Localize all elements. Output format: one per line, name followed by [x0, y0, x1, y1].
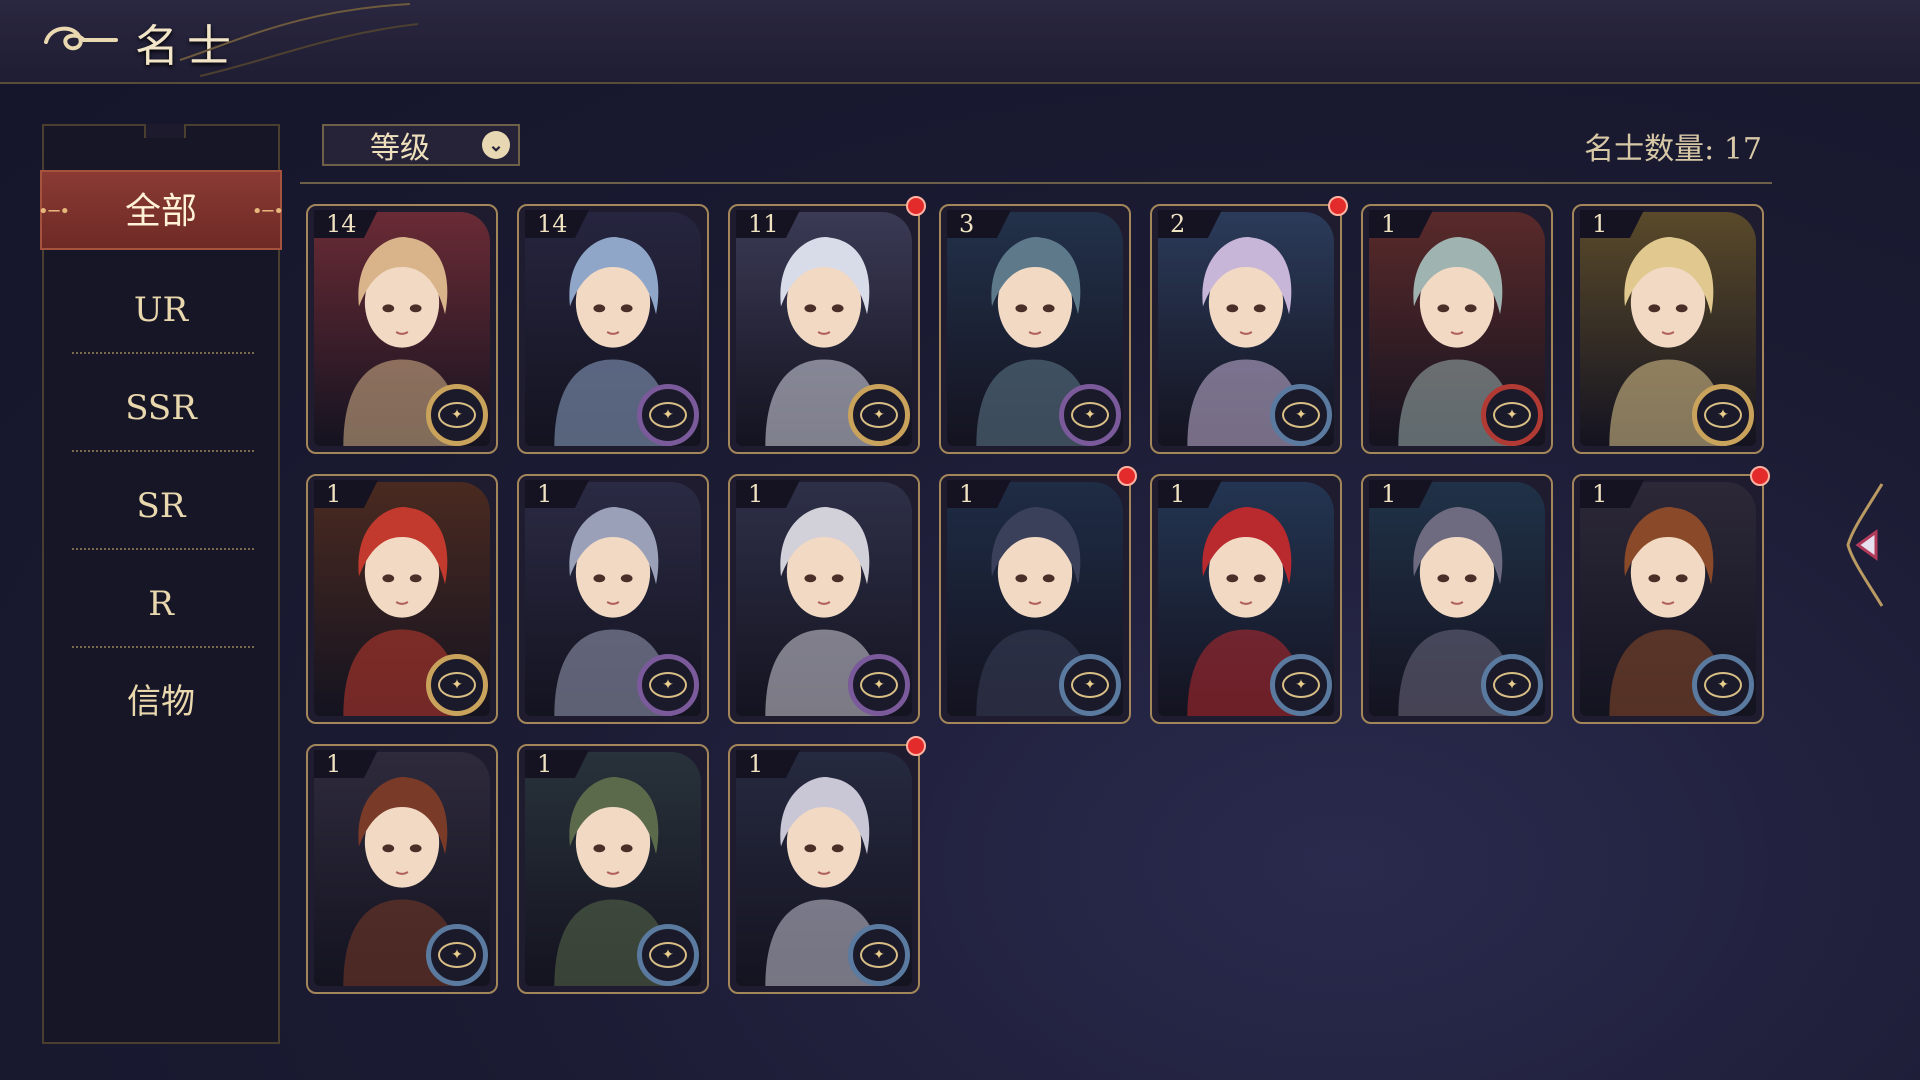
star-icon: ✦ — [438, 942, 476, 968]
star-icon: ✦ — [1493, 402, 1531, 428]
rarity-badge-icon: ✦ — [426, 384, 488, 446]
star-icon: ✦ — [860, 402, 898, 428]
character-card[interactable]: 11 ✦ — [728, 204, 920, 454]
header-cloud-decoration — [179, 3, 419, 77]
star-icon: ✦ — [438, 672, 476, 698]
star-icon: ✦ — [860, 672, 898, 698]
new-notification-dot — [1117, 466, 1137, 486]
character-card[interactable]: 1 ✦ — [1572, 204, 1764, 454]
sidebar-notch — [144, 124, 186, 138]
new-notification-dot — [1750, 466, 1770, 486]
character-card[interactable]: 14 ✦ — [306, 204, 498, 454]
tab-ur[interactable]: UR — [44, 278, 278, 342]
tab-divider — [72, 450, 254, 452]
rarity-badge-icon: ✦ — [1481, 384, 1543, 446]
rarity-badge-icon: ✦ — [1481, 654, 1543, 716]
star-icon: ✦ — [1704, 672, 1742, 698]
star-icon: ✦ — [860, 942, 898, 968]
rarity-badge-icon: ✦ — [637, 654, 699, 716]
tab-sr[interactable]: SR — [44, 474, 278, 538]
star-icon: ✦ — [1071, 402, 1109, 428]
tab-keepsake[interactable]: 信物 — [44, 670, 278, 734]
back-swirl-icon[interactable] — [40, 18, 120, 62]
top-bar: 名士 — [0, 0, 1920, 84]
rarity-badge-icon: ✦ — [848, 654, 910, 716]
new-notification-dot — [906, 196, 926, 216]
character-card[interactable]: 1 ✦ — [1361, 474, 1553, 724]
header-divider — [300, 182, 1772, 184]
rarity-badge-icon: ✦ — [848, 384, 910, 446]
character-card[interactable]: 1 ✦ — [1361, 204, 1553, 454]
rarity-badge-icon: ✦ — [848, 924, 910, 986]
new-notification-dot — [906, 736, 926, 756]
star-icon: ✦ — [1282, 672, 1320, 698]
rarity-badge-icon: ✦ — [637, 924, 699, 986]
star-icon: ✦ — [1282, 402, 1320, 428]
character-card[interactable]: 14 ✦ — [517, 204, 709, 454]
tab-divider — [72, 352, 254, 354]
star-icon: ✦ — [1071, 672, 1109, 698]
character-card[interactable]: 3 ✦ — [939, 204, 1131, 454]
star-icon: ✦ — [649, 672, 687, 698]
rarity-filter-sidebar: 全部 UR SSR SR R 信物 — [38, 124, 284, 1044]
star-icon: ✦ — [649, 402, 687, 428]
character-card[interactable]: 1 ✦ — [939, 474, 1131, 724]
tab-all[interactable]: 全部 — [38, 170, 284, 252]
character-card[interactable]: 2 ✦ — [1150, 204, 1342, 454]
star-icon: ✦ — [649, 942, 687, 968]
rarity-badge-icon: ✦ — [1059, 654, 1121, 716]
tab-divider — [72, 548, 254, 550]
sort-label: 等级 — [370, 131, 430, 166]
rarity-badge-icon: ✦ — [1692, 654, 1754, 716]
character-card[interactable]: 1 ✦ — [517, 474, 709, 724]
character-count: 名士数量: 17 — [1584, 132, 1762, 167]
rarity-badge-icon: ✦ — [1270, 654, 1332, 716]
character-card[interactable]: 1 ✦ — [1572, 474, 1764, 724]
star-icon: ✦ — [438, 402, 476, 428]
character-card[interactable]: 1 ✦ — [306, 744, 498, 994]
tab-divider — [72, 646, 254, 648]
rarity-badge-icon: ✦ — [637, 384, 699, 446]
new-notification-dot — [1328, 196, 1348, 216]
character-card[interactable]: 1 ✦ — [306, 474, 498, 724]
rarity-badge-icon: ✦ — [426, 654, 488, 716]
rarity-badge-icon: ✦ — [426, 924, 488, 986]
tab-r[interactable]: R — [44, 572, 278, 636]
character-card[interactable]: 1 ✦ — [728, 744, 920, 994]
character-card[interactable]: 1 ✦ — [1150, 474, 1342, 724]
rarity-badge-icon: ✦ — [1059, 384, 1121, 446]
rarity-badge-icon: ✦ — [1692, 384, 1754, 446]
star-icon: ✦ — [1493, 672, 1531, 698]
rarity-badge-icon: ✦ — [1270, 384, 1332, 446]
character-card[interactable]: 1 ✦ — [517, 744, 709, 994]
star-icon: ✦ — [1704, 402, 1742, 428]
collapse-arrow-icon[interactable] — [1842, 480, 1888, 610]
character-card[interactable]: 1 ✦ — [728, 474, 920, 724]
tab-ssr[interactable]: SSR — [44, 376, 278, 440]
chevron-down-icon: ⌄ — [482, 131, 510, 159]
sort-dropdown[interactable]: 等级 ⌄ — [322, 124, 520, 166]
